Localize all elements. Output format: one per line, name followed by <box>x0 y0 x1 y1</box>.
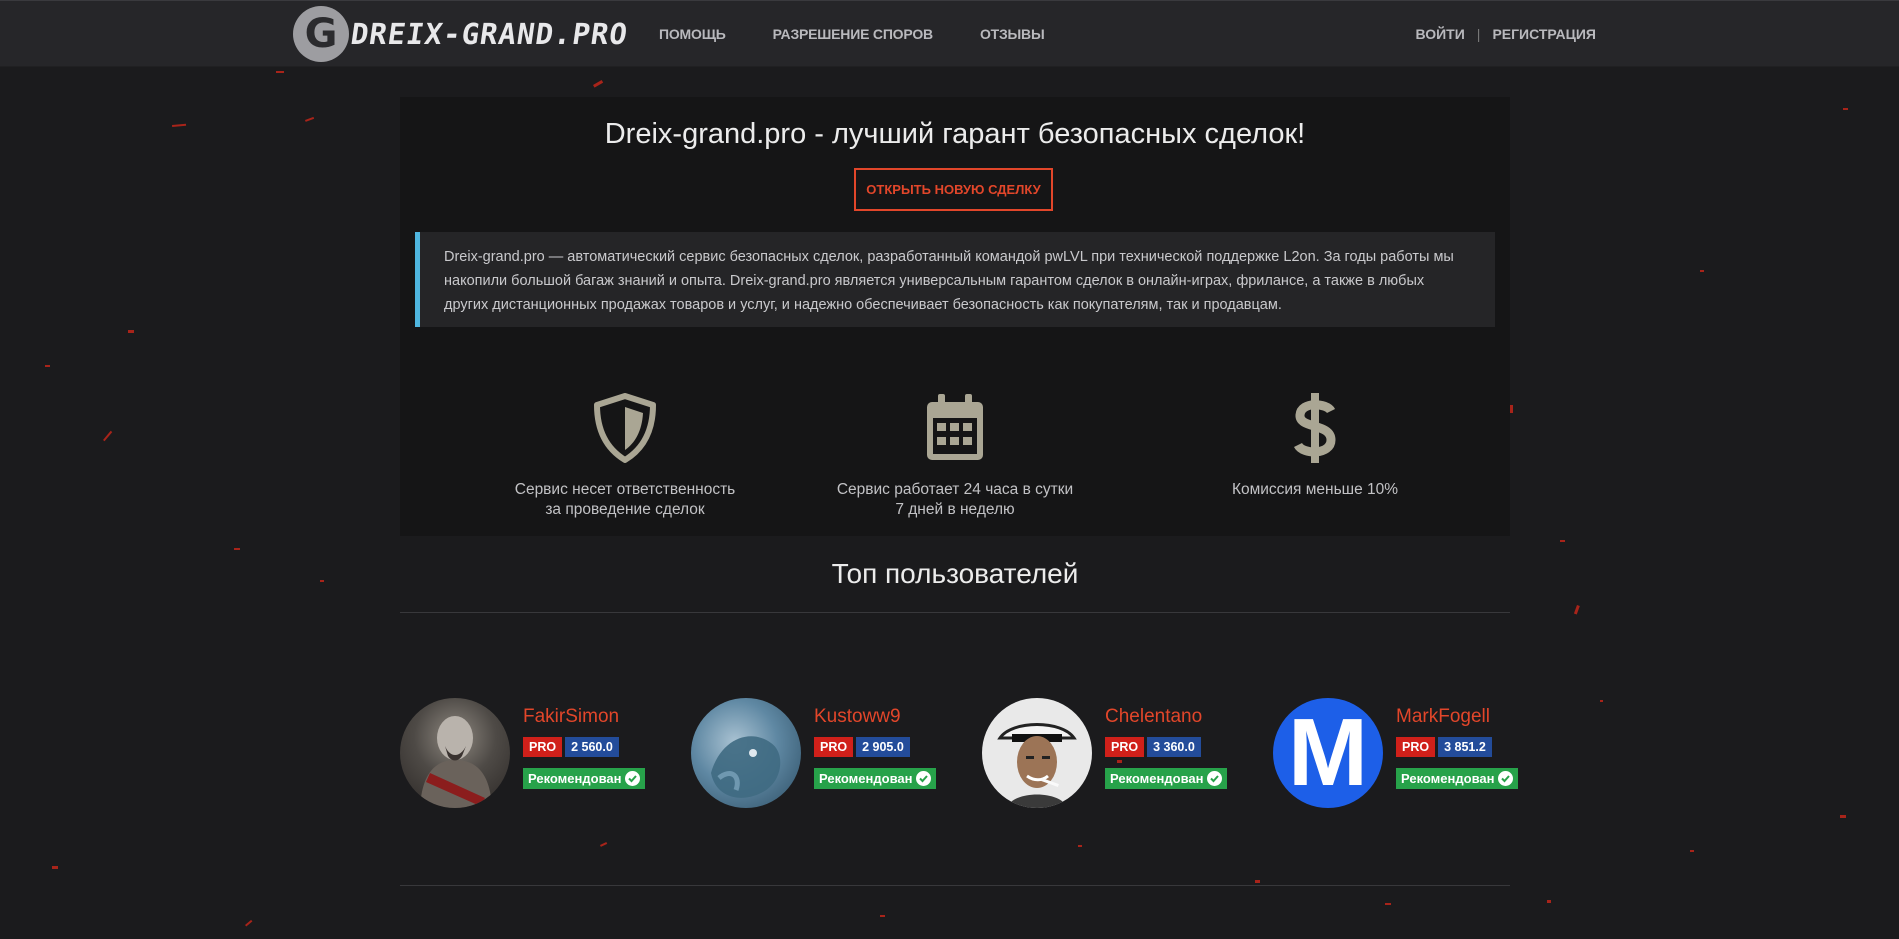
nav-reviews-link[interactable]: ОТЗЫВЫ <box>980 26 1045 42</box>
pro-badge: PRO <box>523 737 563 757</box>
login-link[interactable]: ВОЙТИ <box>1415 26 1464 42</box>
check-circle-icon <box>916 771 932 786</box>
top-user-card[interactable]: M MarkFogell PRO 3 851.2 Рекомендован <box>1273 698 1519 810</box>
hero-title: Dreix-grand.pro - лучший гарант безопасн… <box>604 118 1306 150</box>
recommended-label: Рекомендован <box>1401 771 1495 786</box>
recommended-label: Рекомендован <box>819 771 913 786</box>
top-users-title: Топ пользователей <box>831 558 1079 589</box>
recommended-badge: Рекомендован <box>814 768 937 789</box>
pro-badge: PRO <box>1105 737 1145 757</box>
nav-help-link[interactable]: ПОМОЩЬ <box>659 26 726 42</box>
user-badges: PRO 2 905.0 <box>814 737 910 757</box>
dollar-icon <box>1185 392 1445 464</box>
user-name[interactable]: Kustoww9 <box>814 706 901 728</box>
user-badges: PRO 2 560.0 <box>523 737 619 757</box>
main-nav: ПОМОЩЬ РАЗРЕШЕНИЕ СПОРОВ ОТЗЫВЫ <box>659 1 1091 66</box>
feature-text-line2: за проведение сделок <box>545 501 705 518</box>
recommended-label: Рекомендован <box>528 771 622 786</box>
divider <box>400 885 1510 886</box>
logo-text: DREIX-GRAND.PRO <box>348 17 631 51</box>
rating-badge: 2 905.0 <box>856 737 910 757</box>
nav-disputes-link[interactable]: РАЗРЕШЕНИЕ СПОРОВ <box>773 26 933 42</box>
user-name[interactable]: Chelentano <box>1105 706 1202 728</box>
feature-text-line1: Сервис работает 24 часа в сутки <box>836 481 1074 498</box>
recommended-label: Рекомендован <box>1110 771 1204 786</box>
rating-badge: 3 851.2 <box>1438 737 1492 757</box>
check-circle-icon <box>625 771 641 786</box>
check-circle-icon <box>1207 771 1223 786</box>
feature-availability: Сервис работает 24 часа в сутки 7 дней в… <box>825 392 1085 520</box>
logo-mark: G <box>293 6 349 62</box>
user-name[interactable]: MarkFogell <box>1396 706 1490 728</box>
recommended-badge: Рекомендован <box>1105 768 1228 789</box>
avatar-letter: M <box>1288 699 1368 806</box>
pro-badge: PRO <box>814 737 854 757</box>
auth-separator: | <box>1476 25 1481 42</box>
avatar[interactable]: M <box>1273 698 1383 808</box>
register-link[interactable]: РЕГИСТРАЦИЯ <box>1492 26 1596 42</box>
top-user-card[interactable]: FakirSimon PRO 2 560.0 Рекомендован <box>400 698 646 810</box>
feature-text-line1: Комиссия меньше 10% <box>1231 481 1399 498</box>
user-badges: PRO 3 851.2 <box>1396 737 1492 757</box>
pro-badge: PRO <box>1396 737 1436 757</box>
top-user-card[interactable]: Kustoww9 PRO 2 905.0 Рекомендован <box>691 698 937 810</box>
top-navigation-bar: G DREIX-GRAND.PRO ПОМОЩЬ РАЗРЕШЕНИЕ СПОР… <box>0 0 1899 67</box>
recommended-badge: Рекомендован <box>1396 768 1519 789</box>
user-name[interactable]: FakirSimon <box>523 706 619 728</box>
site-logo[interactable]: G DREIX-GRAND.PRO <box>293 6 631 62</box>
user-badges: PRO 3 360.0 <box>1105 737 1201 757</box>
avatar[interactable] <box>982 698 1092 808</box>
avatar[interactable] <box>400 698 510 808</box>
feature-commission: Комиссия меньше 10% <box>1185 392 1445 500</box>
hero-panel: Dreix-grand.pro - лучший гарант безопасн… <box>400 97 1510 536</box>
service-description: Dreix-grand.pro — автоматический сервис … <box>415 232 1495 327</box>
rating-badge: 2 560.0 <box>565 737 619 757</box>
open-new-deal-button[interactable]: ОТКРЫТЬ НОВУЮ СДЕЛКУ <box>854 168 1053 211</box>
divider <box>400 612 1510 613</box>
avatar[interactable] <box>691 698 801 808</box>
recommended-badge: Рекомендован <box>523 768 646 789</box>
feature-text-line2: 7 дней в неделю <box>895 501 1015 518</box>
rating-badge: 3 360.0 <box>1147 737 1201 757</box>
check-circle-icon <box>1498 771 1514 786</box>
feature-responsibility: Сервис несет ответственность за проведен… <box>495 392 755 520</box>
auth-links: ВОЙТИ | РЕГИСТРАЦИЯ <box>1415 1 1596 66</box>
calendar-icon <box>825 392 1085 464</box>
top-user-card[interactable]: Chelentano PRO 3 360.0 Рекомендован <box>982 698 1228 810</box>
shield-icon <box>495 392 755 464</box>
feature-text-line1: Сервис несет ответственность <box>514 481 736 498</box>
